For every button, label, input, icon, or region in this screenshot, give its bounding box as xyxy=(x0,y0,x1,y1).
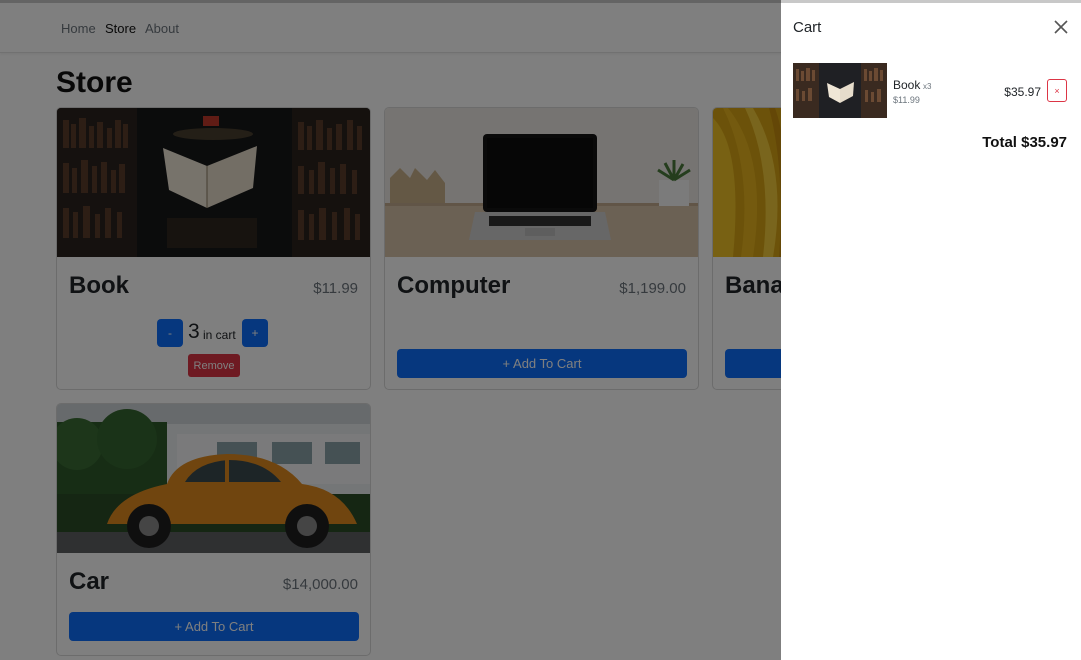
cart-item-image xyxy=(793,63,887,118)
cart-item-quantity: x3 xyxy=(923,82,932,91)
close-icon xyxy=(1054,20,1068,34)
cart-panel: Cart Book x3 $11.99 $35.97 × Total $35.9… xyxy=(781,3,1081,660)
cart-title: Cart xyxy=(793,19,822,36)
close-cart-button[interactable] xyxy=(1051,17,1071,37)
remove-cart-item-button[interactable]: × xyxy=(1047,79,1067,102)
cart-item-total: $35.97 xyxy=(1004,85,1041,99)
cart-item-name: Book xyxy=(893,78,921,92)
modal-backdrop[interactable] xyxy=(0,0,781,660)
cart-item-unit-price: $11.99 xyxy=(893,95,920,105)
cart-total: Total $35.97 xyxy=(982,134,1067,151)
